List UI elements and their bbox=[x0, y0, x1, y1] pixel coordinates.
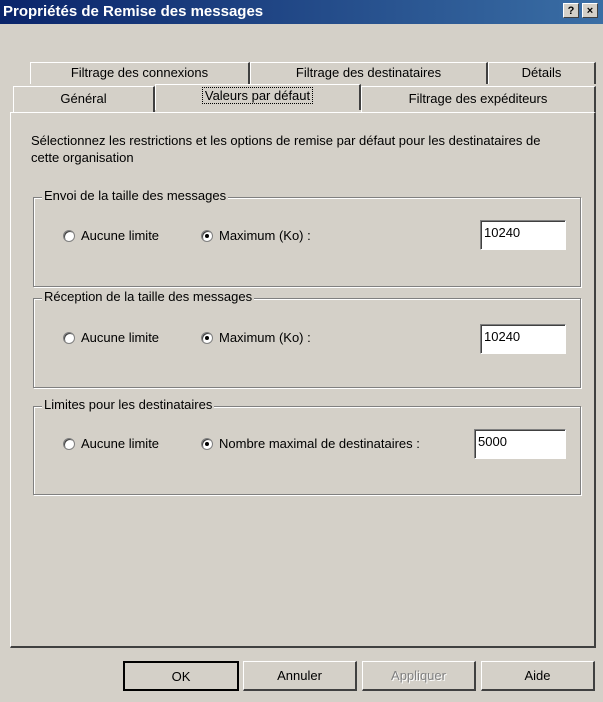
tab-label: Filtrage des connexions bbox=[70, 65, 209, 80]
help-dialog-button[interactable]: Aide bbox=[481, 661, 595, 691]
group-title: Limites pour les destinataires bbox=[42, 397, 215, 412]
tab-label: Filtrage des expéditeurs bbox=[408, 91, 548, 106]
send-no-limit-option[interactable]: Aucune limite bbox=[63, 228, 159, 243]
tab-label: Filtrage des destinataires bbox=[295, 65, 442, 80]
send-max-field[interactable]: 10240 bbox=[480, 220, 566, 250]
ok-button[interactable]: OK bbox=[123, 661, 239, 691]
cancel-button[interactable]: Annuler bbox=[243, 661, 357, 691]
radio-selected[interactable] bbox=[201, 229, 213, 242]
tab-label: Valeurs par défaut bbox=[201, 87, 314, 104]
tab-filtrage-destinataires[interactable]: Filtrage des destinataires bbox=[250, 62, 488, 84]
recipients-max-option[interactable]: Nombre maximal de destinataires : bbox=[201, 436, 420, 451]
tab-filtrage-connexions[interactable]: Filtrage des connexions bbox=[30, 62, 250, 84]
option-label: Aucune limite bbox=[81, 436, 160, 451]
group-title: Envoi de la taille des messages bbox=[42, 188, 229, 203]
title-bar: Propriétés de Remise des messages ? × bbox=[0, 0, 603, 24]
receive-max-field[interactable]: 10240 bbox=[480, 324, 566, 354]
tab-general[interactable]: Général bbox=[13, 86, 155, 112]
close-button[interactable]: × bbox=[582, 3, 598, 18]
tab-details[interactable]: Détails bbox=[488, 62, 596, 84]
description-text: Sélectionnez les restrictions et les opt… bbox=[31, 133, 541, 165]
radio-unselected[interactable] bbox=[63, 437, 75, 450]
radio-unselected[interactable] bbox=[63, 229, 75, 242]
tab-filtrage-expediteurs[interactable]: Filtrage des expéditeurs bbox=[361, 86, 596, 112]
radio-selected[interactable] bbox=[201, 331, 213, 344]
window-title: Propriétés de Remise des messages bbox=[3, 3, 264, 20]
group-title: Réception de la taille des messages bbox=[42, 289, 255, 304]
receive-no-limit-option[interactable]: Aucune limite bbox=[63, 330, 159, 345]
option-label: Nombre maximal de destinataires : bbox=[219, 436, 420, 451]
recipients-max-field[interactable]: 5000 bbox=[474, 429, 566, 459]
tab-label: Général bbox=[60, 91, 107, 106]
option-label: Aucune limite bbox=[81, 228, 160, 243]
option-label: Maximum (Ko) : bbox=[219, 228, 311, 243]
radio-unselected[interactable] bbox=[63, 331, 75, 344]
tab-valeurs-par-defaut[interactable]: Valeurs par défaut bbox=[155, 84, 361, 110]
receive-max-option[interactable]: Maximum (Ko) : bbox=[201, 330, 311, 345]
option-label: Maximum (Ko) : bbox=[219, 330, 311, 345]
help-button[interactable]: ? bbox=[563, 3, 579, 18]
radio-selected[interactable] bbox=[201, 437, 213, 450]
apply-button[interactable]: Appliquer bbox=[362, 661, 476, 691]
recipients-no-limit-option[interactable]: Aucune limite bbox=[63, 436, 159, 451]
send-max-option[interactable]: Maximum (Ko) : bbox=[201, 228, 311, 243]
option-label: Aucune limite bbox=[81, 330, 160, 345]
tab-label: Détails bbox=[521, 65, 562, 80]
